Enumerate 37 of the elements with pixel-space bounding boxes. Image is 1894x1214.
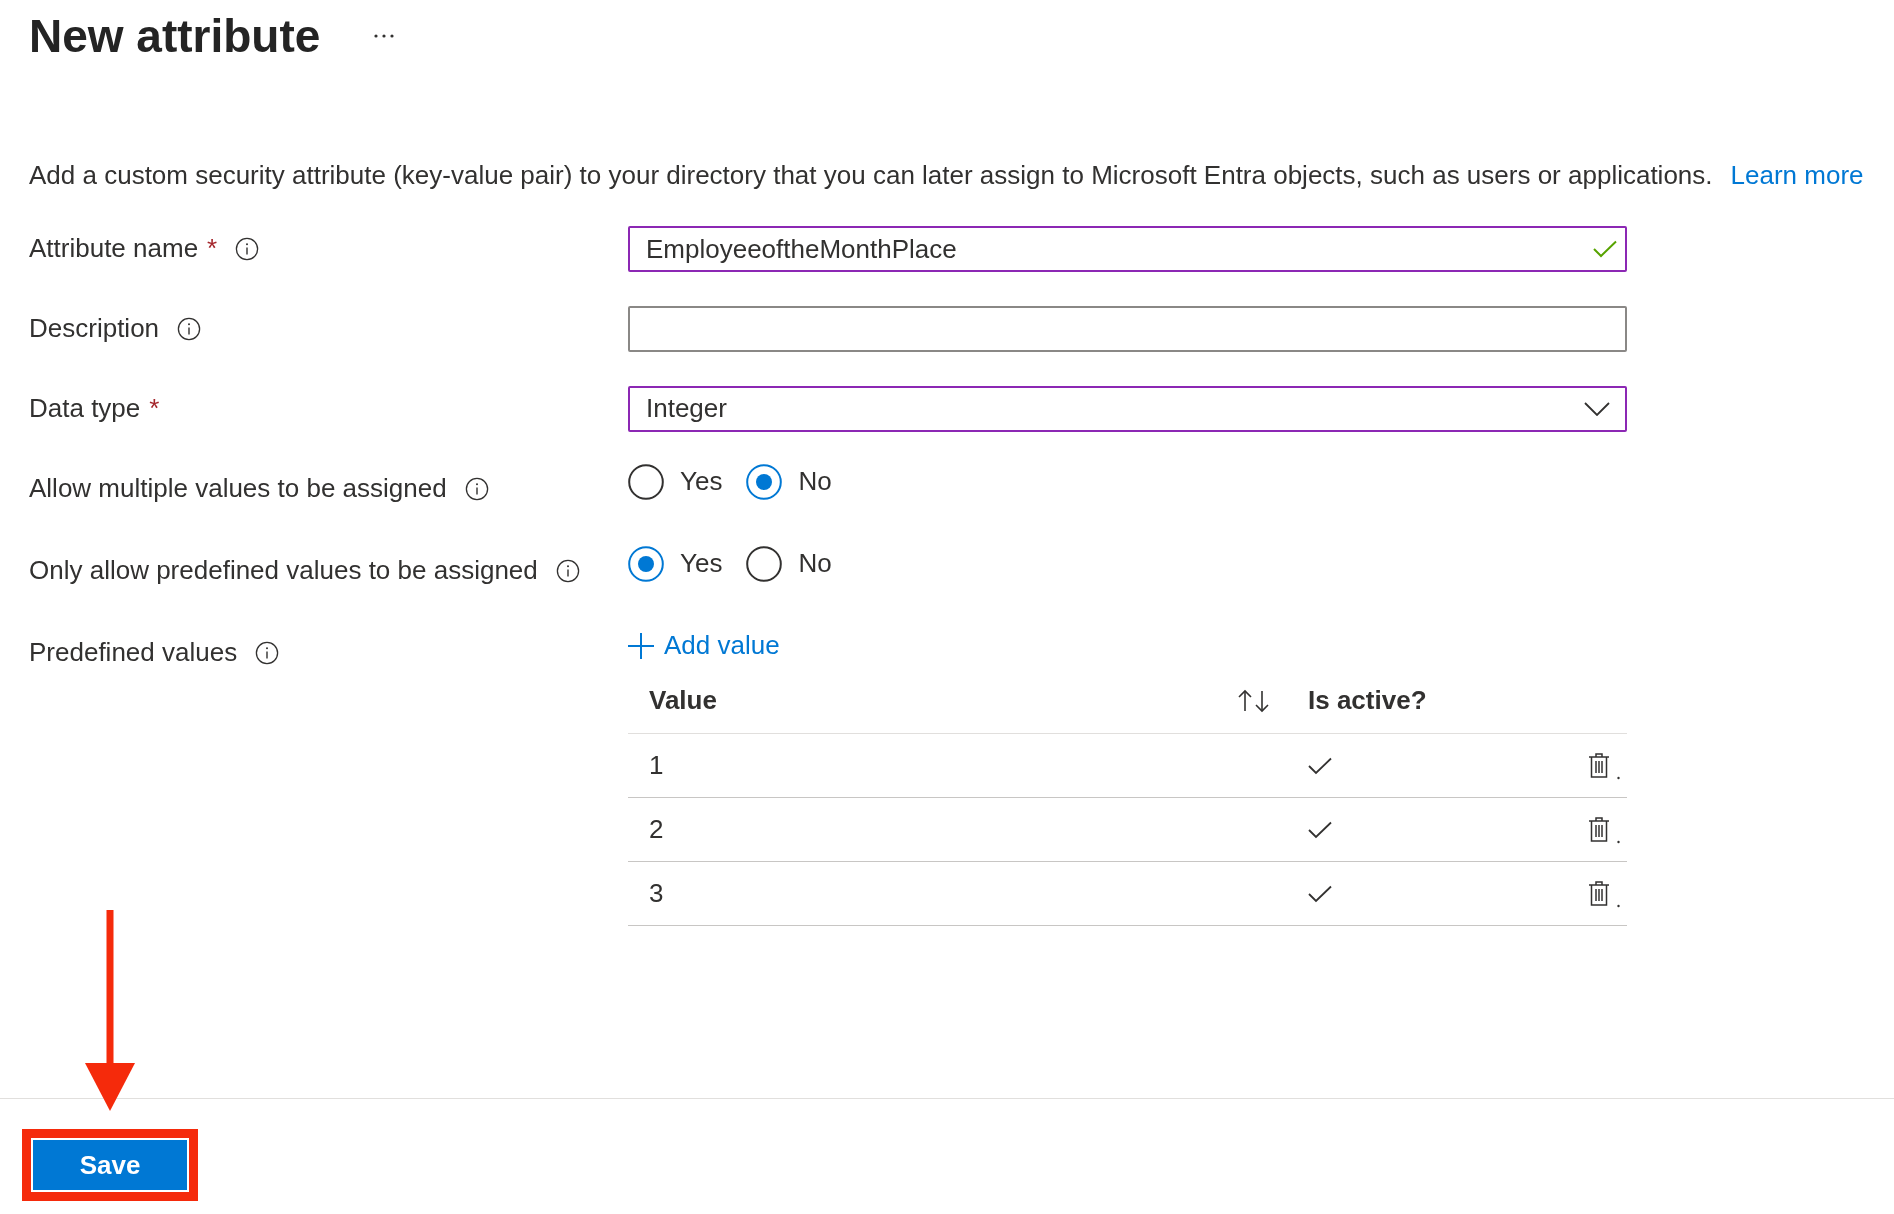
field-label: Predefined values — [29, 637, 238, 669]
intro-text: Add a custom security attribute (key-value pair) to your directory that you can later assign to Microsoft Entra objects, such as users or applications. — [29, 160, 1713, 192]
info-icon[interactable] — [235, 237, 260, 261]
field-label: Description — [29, 313, 160, 345]
trash-icon[interactable] — [1588, 879, 1621, 908]
radio-option[interactable]: No — [746, 464, 832, 500]
info-icon[interactable] — [177, 317, 202, 341]
field-label: Only allow predefined values to be assigned — [29, 555, 538, 587]
trash-icon[interactable] — [1588, 751, 1621, 780]
column-header: Is active? — [1308, 685, 1427, 717]
plus-icon — [628, 633, 654, 659]
field-label: Data type — [29, 393, 141, 425]
field-label: Allow multiple values to be assigned — [29, 473, 447, 505]
table-cell: 1 — [649, 749, 664, 780]
info-icon[interactable] — [464, 477, 489, 501]
required-mark: * — [207, 233, 218, 265]
save-button[interactable]: Save — [33, 1140, 187, 1190]
field-label: Attribute name — [29, 233, 199, 265]
dropdown[interactable]: Integer — [628, 386, 1627, 432]
table-cell: 2 — [649, 813, 664, 844]
text-field[interactable] — [628, 306, 1627, 352]
table-cell: 3 — [649, 877, 664, 908]
sort-icon[interactable] — [1237, 689, 1271, 713]
info-icon[interactable] — [555, 559, 580, 583]
trash-icon[interactable] — [1588, 815, 1621, 844]
info-icon[interactable] — [255, 641, 280, 665]
required-mark: * — [149, 393, 160, 425]
radio-option[interactable]: No — [746, 546, 832, 582]
chevron-down-icon — [1584, 402, 1610, 416]
page-title: New attribute — [29, 13, 321, 59]
learn-more-link[interactable]: Learn more — [1730, 160, 1864, 192]
add-value-button[interactable]: Add value — [628, 623, 780, 669]
column-header: Value — [649, 685, 717, 717]
radio-option[interactable]: Yes — [628, 464, 723, 500]
more-icon[interactable] — [373, 33, 396, 39]
text-field[interactable]: EmployeeoftheMonthPlace — [628, 226, 1627, 272]
radio-option[interactable]: Yes — [628, 546, 723, 582]
